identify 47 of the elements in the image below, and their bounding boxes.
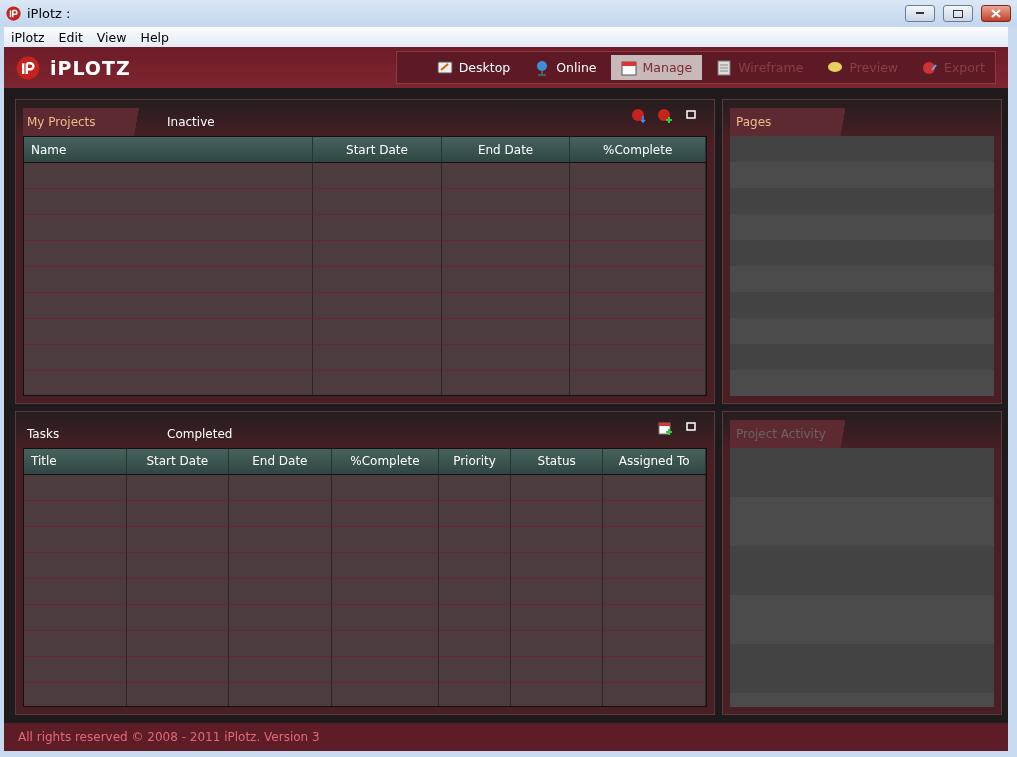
column-header[interactable]: Status [510, 448, 604, 475]
table-cell [439, 630, 511, 657]
table-cell [439, 552, 511, 579]
column-header[interactable]: Start Date [126, 448, 230, 475]
maximize-icon [953, 9, 963, 18]
menu-item[interactable]: Help [133, 29, 176, 45]
maximize-button[interactable] [943, 5, 973, 22]
close-icon [991, 9, 1001, 18]
table-cell [439, 656, 511, 683]
table-cell [439, 500, 511, 527]
column-header[interactable]: %Complete [331, 448, 440, 475]
column-header[interactable]: Priority [439, 448, 511, 475]
column-header[interactable]: %Complete [570, 137, 706, 163]
logo-icon [6, 6, 21, 21]
toolbar-button[interactable]: Desktop [426, 55, 521, 80]
table-cell [439, 604, 511, 631]
column-header[interactable]: End Date [441, 137, 571, 163]
import-project-icon[interactable] [631, 108, 647, 124]
add-task-icon[interactable] [657, 419, 673, 436]
table-cell [439, 578, 511, 605]
column-header[interactable]: Title [24, 448, 127, 475]
column-header[interactable]: Start Date [313, 137, 442, 163]
minimize-icon [916, 12, 924, 15]
add-project-icon[interactable] [657, 108, 673, 124]
window-title: iPlotz : [27, 6, 72, 21]
copyright-text: All rights reserved © 2008 - 2011 iPlotz. Version 3 [18, 730, 320, 744]
minimize-button[interactable] [905, 5, 935, 22]
export-icon [922, 59, 939, 76]
calendar-icon [620, 59, 637, 76]
column-header[interactable]: Name [24, 137, 314, 163]
toolbar-button[interactable]: Online [524, 55, 607, 80]
close-button[interactable] [981, 5, 1011, 22]
table-cell [439, 526, 511, 553]
panel-tab[interactable]: Completed [163, 419, 303, 448]
toolbar-button[interactable]: Manage [610, 55, 703, 80]
desktop-icon [436, 59, 453, 76]
panel-tab[interactable]: Tasks [23, 419, 163, 448]
column-header[interactable]: Assigned To [603, 448, 706, 475]
table-cell [439, 474, 511, 501]
menu-item[interactable]: Edit [51, 29, 90, 45]
panel-tab[interactable]: Inactive [163, 108, 303, 136]
column-header[interactable]: End Date [229, 448, 332, 475]
app-logo: iPLOTZ [50, 56, 132, 79]
menu-item[interactable]: iPlotz [4, 29, 52, 45]
logo-icon [16, 55, 40, 80]
document-icon [716, 59, 733, 76]
menu-item[interactable]: View [89, 29, 134, 45]
